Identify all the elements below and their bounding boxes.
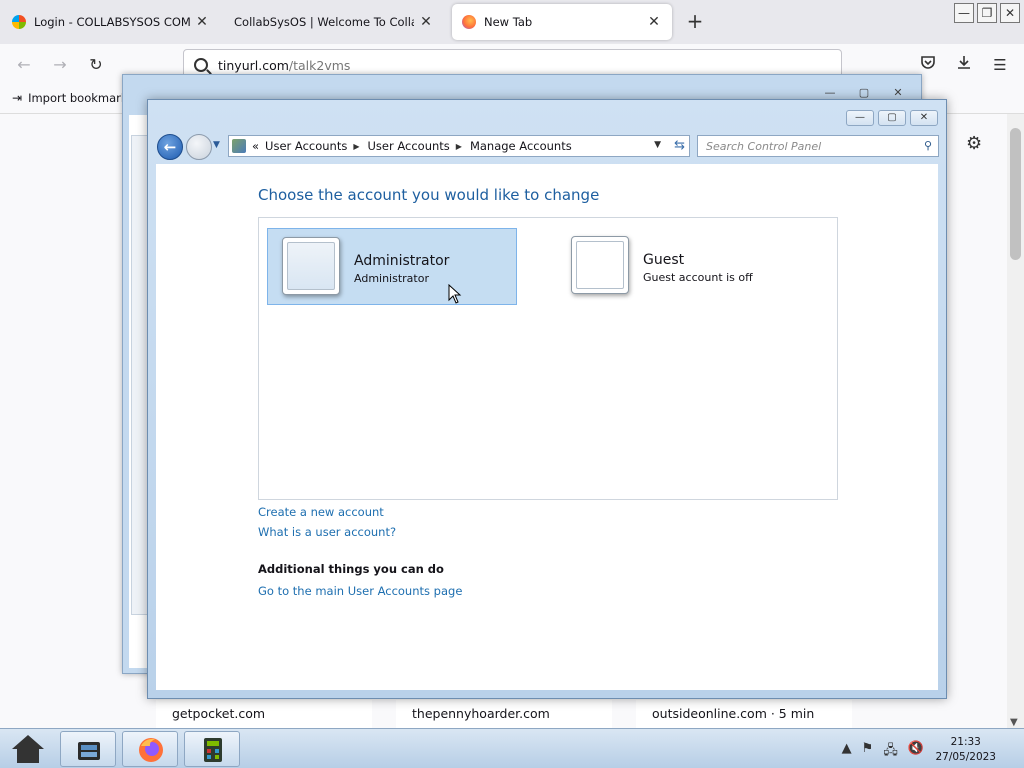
account-picture: [571, 236, 629, 294]
account-guest[interactable]: Guest Guest account is off: [557, 228, 807, 305]
back-arrow-icon[interactable]: ←: [13, 54, 35, 76]
reload-icon[interactable]: ↻: [85, 54, 107, 76]
clock-date: 27/05/2023: [935, 751, 996, 763]
taskbar-app-file-manager[interactable]: [60, 731, 116, 767]
scroll-down-icon[interactable]: ▼: [1010, 717, 1018, 728]
shortcut-tile[interactable]: thepennyhoarder.com: [396, 700, 612, 728]
main-user-accounts-link[interactable]: Go to the main User Accounts page: [258, 584, 462, 598]
search-placeholder: Search Control Panel: [706, 140, 822, 153]
account-name: Guest: [643, 252, 685, 268]
windows-flag-icon: [12, 15, 26, 29]
breadcrumb-separator-icon[interactable]: ▶: [456, 142, 462, 151]
tab-label: New Tab: [484, 15, 533, 29]
system-tray: ▲ ⚑ 🖧 🔇: [842, 741, 924, 763]
tab-new-tab[interactable]: New Tab ✕: [452, 4, 672, 40]
network-icon[interactable]: 🖧: [883, 741, 898, 763]
calculator-icon: [204, 738, 222, 762]
account-picture: [282, 237, 340, 295]
close-tab-icon[interactable]: ✕: [646, 14, 662, 30]
control-panel-window: — ▢ ✕ ← ▼ « User Accounts ▶ User Account…: [147, 99, 947, 699]
search-icon: [194, 58, 208, 72]
tab-label: Login - COLLABSYSOS COMMUNI: [34, 15, 190, 29]
start-button[interactable]: [8, 732, 48, 766]
volume-muted-icon[interactable]: 🔇: [908, 741, 924, 763]
account-status: Guest account is off: [643, 271, 753, 284]
firefox-icon: [139, 738, 163, 762]
close-button[interactable]: ✕: [910, 110, 938, 126]
new-tab-button[interactable]: +: [684, 11, 706, 33]
scrollbar-thumb[interactable]: [1010, 128, 1021, 260]
control-panel-icon: [232, 139, 246, 153]
home-icon: [12, 735, 44, 763]
minimize-button[interactable]: —: [846, 110, 874, 126]
close-tab-icon[interactable]: ✕: [194, 14, 210, 30]
import-icon: ⇥: [12, 91, 23, 105]
downloads-icon[interactable]: [953, 54, 975, 76]
refresh-icon[interactable]: ⇆: [674, 138, 685, 153]
what-is-user-account-link[interactable]: What is a user account?: [258, 525, 396, 539]
minimize-window-button[interactable]: —: [954, 3, 974, 23]
menu-hamburger-icon[interactable]: ☰: [989, 54, 1011, 76]
taskbar: ▲ ⚑ 🖧 🔇 21:33 27/05/2023: [0, 728, 1024, 768]
account-administrator[interactable]: Administrator Administrator: [267, 228, 517, 305]
control-panel-window-controls: — ▢ ✕: [846, 110, 938, 126]
maximize-button[interactable]: ▢: [878, 110, 906, 126]
account-type: Administrator: [354, 272, 429, 285]
forward-button[interactable]: [186, 134, 212, 160]
close-tab-icon[interactable]: ✕: [418, 14, 434, 30]
page-scrollbar[interactable]: ▼: [1007, 114, 1024, 728]
accounts-list: Administrator Administrator Guest Guest …: [258, 217, 838, 500]
content-pane: Choose the account you would like to cha…: [156, 164, 938, 690]
close-window-button[interactable]: ✕: [1000, 3, 1020, 23]
action-center-flag-icon[interactable]: ⚑: [862, 741, 874, 763]
firefox-icon: [462, 15, 476, 29]
shortcut-tile[interactable]: outsideonline.com · 5 min: [636, 700, 852, 728]
shortcut-tile[interactable]: getpocket.com: [156, 700, 372, 728]
address-bar[interactable]: « User Accounts ▶ User Accounts ▶ Manage…: [228, 135, 690, 157]
create-account-link[interactable]: Create a new account: [258, 505, 384, 519]
address-dropdown-icon[interactable]: ▼: [654, 140, 661, 150]
recent-pages-dropdown-icon[interactable]: ▼: [213, 140, 220, 150]
search-icon[interactable]: ⚲: [924, 139, 932, 152]
breadcrumb-separator-icon[interactable]: ▶: [353, 142, 359, 151]
restore-window-button[interactable]: ❐: [977, 3, 997, 23]
forward-arrow-icon[interactable]: →: [49, 54, 71, 76]
breadcrumb-manage-accounts[interactable]: Manage Accounts: [470, 139, 572, 153]
taskbar-clock[interactable]: 21:33 27/05/2023: [935, 735, 996, 765]
tab-collabsysos[interactable]: CollabSysOS | Welcome To CollabSysOS ✕: [224, 4, 444, 40]
clock-time: 21:33: [950, 736, 981, 748]
tab-label: CollabSysOS | Welcome To CollabSysOS: [234, 15, 414, 29]
search-control-panel-input[interactable]: Search Control Panel ⚲: [697, 135, 939, 157]
page-title: Choose the account you would like to cha…: [258, 186, 600, 204]
window-controls: — ❐ ✕: [954, 3, 1020, 23]
breadcrumb-user-accounts-2[interactable]: User Accounts: [368, 139, 450, 153]
additional-things-heading: Additional things you can do: [258, 562, 444, 576]
url-host: tinyurl.com: [218, 57, 289, 73]
taskbar-app-firefox[interactable]: [122, 731, 178, 767]
taskbar-app-calculator[interactable]: [184, 731, 240, 767]
breadcrumb-user-accounts[interactable]: User Accounts: [265, 139, 347, 153]
tab-login[interactable]: Login - COLLABSYSOS COMMUNI ✕: [2, 4, 220, 40]
file-manager-icon: [78, 742, 100, 760]
gear-icon[interactable]: ⚙: [966, 133, 982, 154]
show-hidden-icons-icon[interactable]: ▲: [842, 741, 852, 763]
browser-tab-bar: Login - COLLABSYSOS COMMUNI ✕ CollabSysO…: [0, 0, 1024, 44]
account-name: Administrator: [354, 253, 450, 269]
back-button[interactable]: ←: [157, 134, 183, 160]
url-path: /talk2vms: [288, 57, 351, 73]
mouse-cursor-icon: [448, 284, 462, 304]
pocket-icon[interactable]: [917, 54, 939, 76]
breadcrumb-overflow[interactable]: «: [252, 139, 259, 153]
